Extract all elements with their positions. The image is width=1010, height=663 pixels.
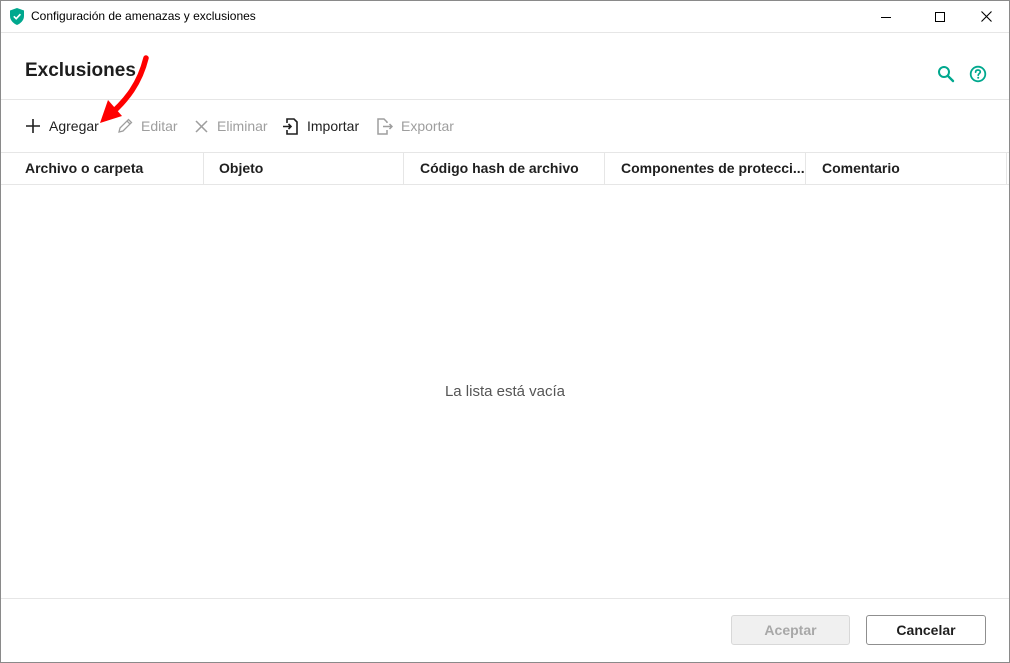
footer-divider xyxy=(1,598,1009,599)
export-icon xyxy=(377,117,393,135)
delete-button[interactable]: Eliminar xyxy=(193,116,268,136)
column-header-object[interactable]: Objeto xyxy=(203,153,404,184)
import-icon xyxy=(283,117,299,135)
cancel-button[interactable]: Cancelar xyxy=(866,615,986,645)
close-button[interactable] xyxy=(963,1,1009,32)
export-button[interactable]: Exportar xyxy=(377,116,454,136)
empty-list-message: La lista está vacía xyxy=(444,383,566,400)
column-header-protection-components[interactable]: Componentes de protecci... xyxy=(605,153,806,184)
red-arrow-annotation xyxy=(100,55,149,123)
column-header-file-hash[interactable]: Código hash de archivo xyxy=(404,153,605,184)
title-bar[interactable]: Configuración de amenazas y exclusiones xyxy=(1,1,1009,32)
shield-icon xyxy=(10,8,24,25)
export-label: Exportar xyxy=(401,118,454,134)
title-divider xyxy=(1,32,1009,33)
minimize-button[interactable] xyxy=(863,1,909,32)
window-title: Configuración de amenazas y exclusiones xyxy=(31,9,256,23)
import-label: Importar xyxy=(307,118,360,134)
column-header-comment[interactable]: Comentario xyxy=(806,153,1007,184)
x-icon xyxy=(193,118,209,134)
accept-button[interactable]: Aceptar xyxy=(731,615,850,645)
plus-icon xyxy=(25,118,41,134)
delete-label: Eliminar xyxy=(217,118,268,134)
maximize-button[interactable] xyxy=(917,1,963,32)
help-icon[interactable] xyxy=(969,65,987,83)
column-header-file-or-folder[interactable]: Archivo o carpeta xyxy=(1,153,204,184)
search-icon[interactable] xyxy=(937,65,955,83)
import-button[interactable]: Importar xyxy=(283,116,359,136)
table-header: Archivo o carpeta Objeto Código hash de … xyxy=(1,152,1009,185)
